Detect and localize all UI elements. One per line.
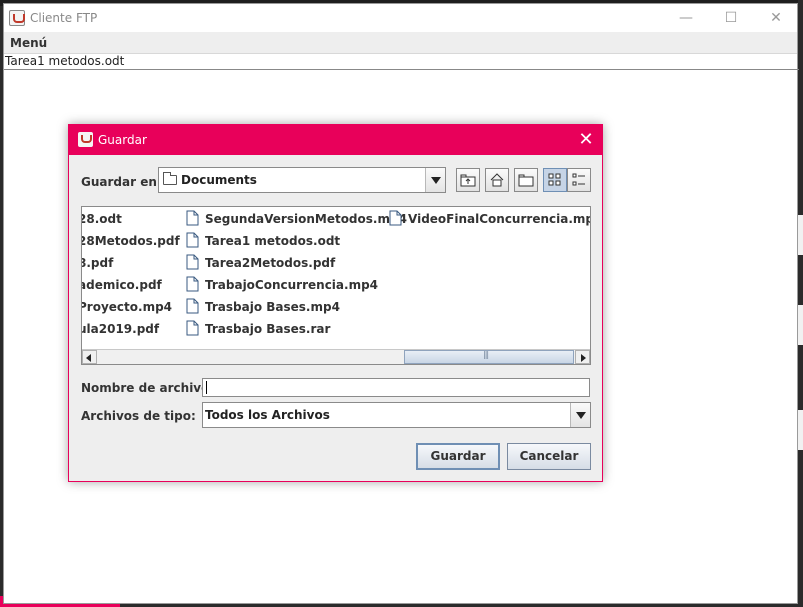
- cancel-button[interactable]: Cancelar: [507, 443, 591, 470]
- dialog-close-button[interactable]: ✕: [574, 128, 598, 152]
- look-in-combo[interactable]: Documents: [158, 167, 446, 193]
- list-view-button[interactable]: [543, 168, 567, 192]
- document-icon: [186, 210, 199, 226]
- new-folder-button[interactable]: [514, 168, 538, 192]
- file-name: SegundaVersionMetodos.mp4: [205, 212, 407, 226]
- details-view-icon: [572, 173, 585, 186]
- details-view-button[interactable]: [567, 168, 591, 192]
- file-column: VideoFinalConcurrencia.mp4: [389, 210, 591, 232]
- file-column: 28.odt 28Metodos.pdf 8.pdf ademico.pdf P…: [81, 210, 180, 342]
- filename-label: Nombre de archivo:: [81, 381, 215, 395]
- scroll-left-button[interactable]: [82, 350, 97, 364]
- maximize-button[interactable]: ☐: [708, 4, 754, 32]
- file-name: Trasbajo Bases.mp4: [205, 300, 340, 314]
- file-name: 8.pdf: [81, 256, 114, 270]
- look-in-label: Guardar en:: [81, 175, 162, 189]
- horizontal-scrollbar[interactable]: [82, 349, 590, 364]
- new-folder-icon: [518, 174, 534, 187]
- list-item[interactable]: ula2019.pdf: [81, 320, 180, 342]
- document-icon: [186, 298, 199, 314]
- file-name: TrabajoConcurrencia.mp4: [205, 278, 379, 292]
- filename-input[interactable]: [202, 378, 590, 397]
- list-item[interactable]: 28Metodos.pdf: [81, 232, 180, 254]
- filetype-label: Archivos de tipo:: [81, 409, 196, 423]
- window-titlebar: Cliente FTP — ☐ ✕: [4, 4, 797, 32]
- list-item[interactable]: Trasbajo Bases.mp4: [186, 298, 407, 320]
- document-icon: [186, 320, 199, 336]
- file-list[interactable]: 28.odt 28Metodos.pdf 8.pdf ademico.pdf P…: [81, 206, 591, 365]
- close-button[interactable]: ✕: [753, 4, 799, 32]
- file-name: Tarea1 metodos.odt: [205, 234, 341, 248]
- file-name: Tarea2Metodos.pdf: [205, 256, 336, 270]
- minimize-button[interactable]: —: [663, 4, 709, 32]
- selected-file-field[interactable]: Tarea1 metodos.odt: [4, 54, 799, 70]
- filetype-combo[interactable]: Todos los Archivos: [202, 402, 591, 428]
- document-icon: [186, 276, 199, 292]
- file-name: ademico.pdf: [81, 278, 162, 292]
- desktop-right-strip: [798, 0, 803, 607]
- home-icon: [490, 173, 504, 187]
- list-item[interactable]: TrabajoConcurrencia.mp4: [186, 276, 407, 298]
- up-folder-icon: [460, 174, 476, 187]
- java-app-icon: [78, 132, 93, 147]
- file-name: 28.odt: [81, 212, 122, 226]
- home-button[interactable]: [485, 168, 509, 192]
- chevron-down-icon[interactable]: [570, 403, 590, 427]
- scrollbar-thumb[interactable]: [404, 350, 574, 364]
- list-item[interactable]: Trasbajo Bases.rar: [186, 320, 407, 342]
- save-button[interactable]: Guardar: [416, 443, 500, 470]
- look-in-value: Documents: [181, 173, 257, 187]
- chevron-down-icon[interactable]: [425, 168, 445, 192]
- menubar: Menú: [4, 32, 797, 54]
- dialog-title: Guardar: [98, 133, 147, 147]
- file-name: VideoFinalConcurrencia.mp4: [408, 212, 591, 226]
- text-caret: [206, 381, 207, 394]
- file-name: Trasbajo Bases.rar: [205, 322, 331, 336]
- list-item[interactable]: 8.pdf: [81, 254, 180, 276]
- filetype-value: Todos los Archivos: [205, 408, 330, 422]
- list-item[interactable]: Proyecto.mp4: [81, 298, 180, 320]
- list-item[interactable]: 28.odt: [81, 210, 180, 232]
- list-item[interactable]: Tarea1 metodos.odt: [186, 232, 407, 254]
- java-app-icon: [9, 10, 25, 26]
- folder-icon: [163, 172, 177, 185]
- list-item[interactable]: ademico.pdf: [81, 276, 180, 298]
- list-item[interactable]: SegundaVersionMetodos.mp4: [186, 210, 407, 232]
- menu-item-menu[interactable]: Menú: [10, 32, 47, 54]
- document-icon: [186, 254, 199, 270]
- list-item[interactable]: VideoFinalConcurrencia.mp4: [389, 210, 591, 232]
- file-name: 28Metodos.pdf: [81, 234, 180, 248]
- list-item[interactable]: Tarea2Metodos.pdf: [186, 254, 407, 276]
- dialog-titlebar: Guardar ✕: [69, 125, 602, 155]
- document-icon: [186, 232, 199, 248]
- file-name: Proyecto.mp4: [81, 300, 173, 314]
- document-icon: [389, 210, 402, 226]
- window-title: Cliente FTP: [30, 11, 98, 25]
- file-column: SegundaVersionMetodos.mp4 Tarea1 metodos…: [186, 210, 407, 342]
- list-view-icon: [548, 173, 561, 186]
- file-name: ula2019.pdf: [81, 322, 160, 336]
- scroll-right-button[interactable]: [575, 350, 590, 364]
- up-folder-button[interactable]: [456, 168, 480, 192]
- save-dialog: Guardar ✕ Guardar en: Documents 28.odt 2…: [68, 124, 603, 482]
